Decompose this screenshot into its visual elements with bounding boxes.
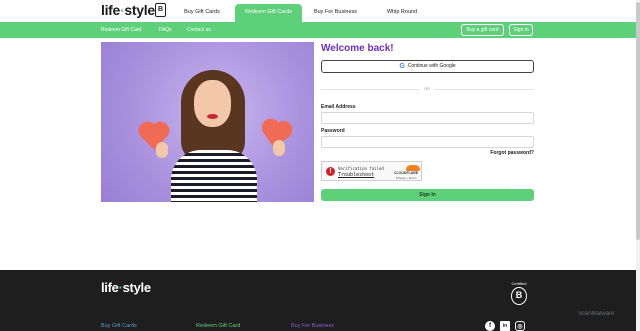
error-icon: ! [326,167,335,176]
subnav-redeem-gift-card[interactable]: Redeem Gift Card [101,22,141,38]
email-label: Email Address [321,104,356,110]
captcha-troubleshoot-link[interactable]: Troubleshoot [338,172,374,178]
forgot-password-link[interactable]: Forgot password? [480,150,534,156]
cloudflare-brand: CLOUDFLARE [394,171,419,175]
subnav-contact-us[interactable]: Contact us [187,22,211,38]
footer-logo[interactable]: life·style [101,280,151,295]
tab-redeem-gift-cards[interactable]: Redeem Gift Cards [235,4,302,22]
top-header: life·style B Buy Gift Cards Redeem Gift … [0,0,640,22]
captcha-privacy-terms[interactable]: Privacy • Terms [396,176,417,180]
lips-shape [207,114,218,119]
google-button-label: Continue with Google [407,63,456,69]
striped-shirt [171,150,257,202]
password-field[interactable] [321,136,534,148]
page: life·style B Buy Gift Cards Redeem Gift … [0,0,640,331]
tab-buy-gift-cards[interactable]: Buy Gift Cards [175,4,229,22]
email-field[interactable] [321,112,534,124]
tab-whip-round[interactable]: Whip Round [376,4,428,22]
subnav-faqs[interactable]: FAQs [159,22,172,38]
header-sign-in-button[interactable]: Sign in [509,24,533,36]
bcorp-badge: B [511,287,527,305]
scrollbar-thumb[interactable] [636,2,640,240]
facebook-icon[interactable]: f [485,321,495,331]
buy-gift-card-button[interactable]: Buy a gift card [461,24,504,36]
watermark: ScanMalware [578,311,615,317]
hero-image [101,42,314,202]
tab-buy-for-business[interactable]: Buy For Business [308,4,363,22]
bcorp-logo: B [155,3,166,17]
continue-with-google-button[interactable]: G Continue with Google [321,60,534,73]
sign-in-button[interactable]: Sign In [321,189,534,201]
footer-link-redeem-gift-card[interactable]: Redeem Gift Card [196,323,240,329]
certified-label: Certified [511,281,527,286]
linkedin-icon[interactable]: in [500,321,510,331]
instagram-icon[interactable]: ◎ [515,321,525,331]
captcha-status: Verification failed [338,166,384,171]
footer: life·style Certified B Buy Gift Cards Re… [0,270,640,331]
hand-shape [156,142,168,158]
password-label: Password [321,128,345,134]
hand-shape [273,140,285,156]
footer-link-buy-for-business[interactable]: Buy For Business [291,323,334,329]
cloudflare-captcha: ! Verification failed Troubleshoot CLOUD… [321,161,422,181]
sub-navigation: Redeem Gift Card FAQs Contact us Buy a g… [0,22,640,38]
footer-link-buy-gift-cards[interactable]: Buy Gift Cards [101,323,137,329]
google-g-icon: G [399,63,405,70]
face-shape [194,80,231,127]
divider-or: OR [420,86,434,92]
page-title: Welcome back! [321,43,394,54]
site-logo[interactable]: life·style [101,2,155,18]
